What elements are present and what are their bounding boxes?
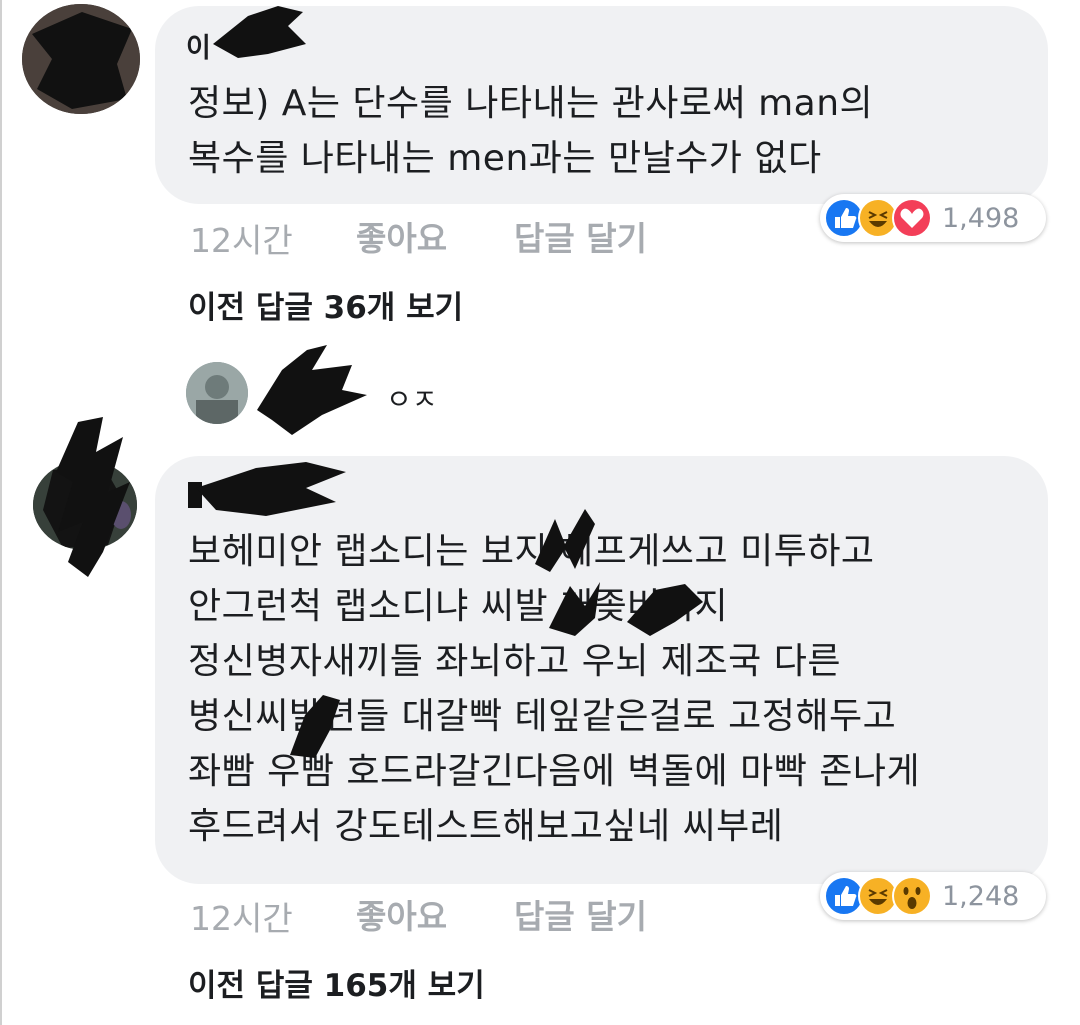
reply-button[interactable]: 답글 달기 — [514, 212, 647, 260]
reply-button[interactable]: 답글 달기 — [514, 890, 647, 938]
redaction-scribble — [22, 4, 140, 114]
comment-timestamp: 12시간 — [190, 899, 293, 938]
reaction-summary[interactable]: 1,248 — [820, 872, 1046, 920]
censor-scribble — [290, 695, 340, 758]
avatar-redaction — [56, 417, 130, 577]
comment-text-line: 후드려서 강도테스트해보고싶네 씨부레 — [188, 806, 784, 847]
reaction-summary[interactable]: 1,498 — [820, 194, 1046, 242]
reply-avatar[interactable] — [186, 362, 248, 424]
comment-timestamp: 12시간 — [190, 221, 293, 260]
screen-edge — [0, 0, 2, 1025]
author-name-redaction — [213, 6, 306, 58]
wow-icon — [892, 876, 932, 916]
like-button[interactable]: 좋아요 — [356, 890, 447, 938]
censor-scribble — [535, 509, 595, 572]
comment-text-line: 복수를 나타내는 men과는 만날수가 없다 — [188, 138, 822, 179]
comment-text-line: 정신병자새끼들 좌뇌하고 우뇌 제조국 다른 — [188, 641, 841, 682]
author-name-redaction — [188, 462, 346, 516]
like-button[interactable]: 좋아요 — [356, 212, 447, 260]
comment-text-line: 정보) A는 단수를 나타내는 관사로써 man의 — [188, 83, 874, 124]
reaction-count: 1,498 — [942, 202, 1020, 234]
view-previous-replies[interactable]: 이전 답글 36개 보기 — [188, 282, 463, 327]
love-icon — [892, 198, 932, 238]
censor-scribble — [549, 582, 600, 636]
reply-name-redaction — [257, 345, 367, 435]
reply-text: ㅇㅈ — [386, 383, 438, 416]
view-previous-replies[interactable]: 이전 답글 165개 보기 — [188, 960, 485, 1005]
censor-scribble — [627, 584, 703, 636]
reaction-count: 1,248 — [942, 880, 1020, 912]
avatar[interactable] — [22, 4, 140, 114]
